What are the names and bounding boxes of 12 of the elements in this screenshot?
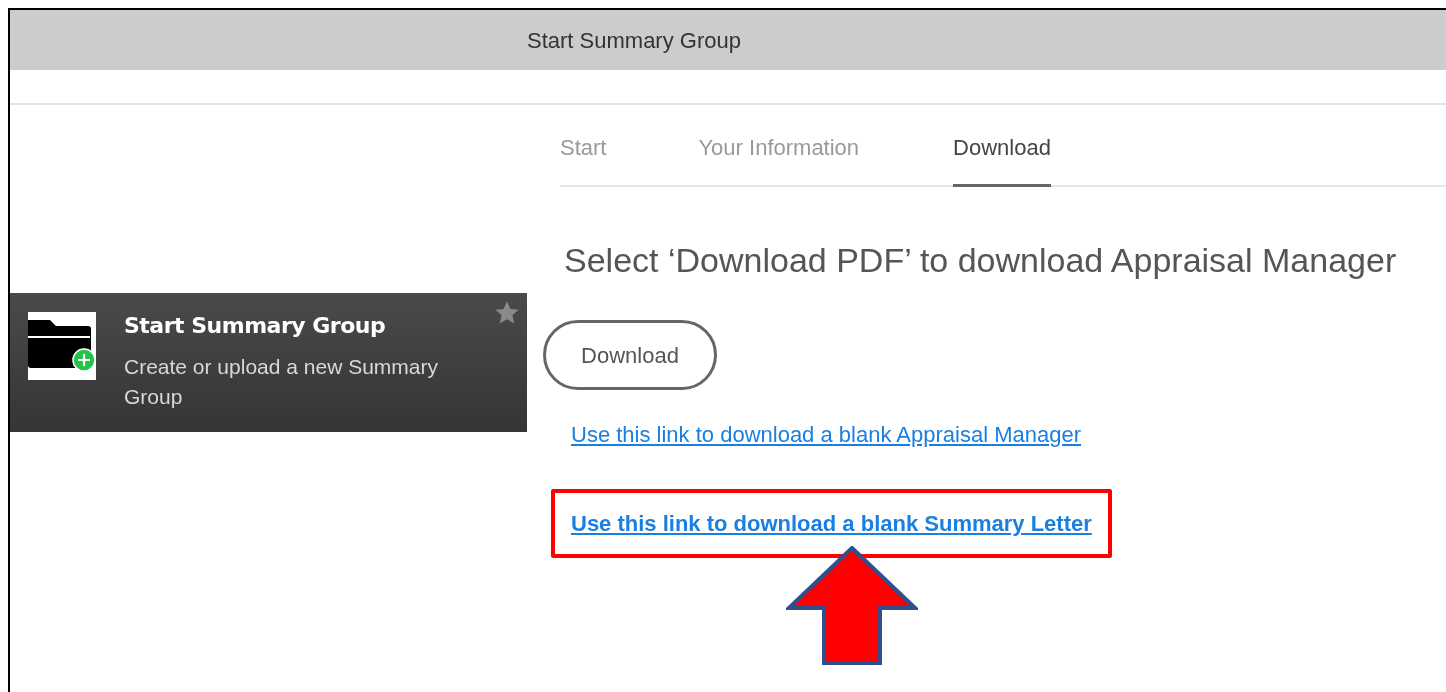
download-link[interactable]: Use this link to download a blank Summary Letter	[571, 511, 1092, 536]
tab[interactable]: Download	[953, 127, 1051, 187]
tile-description: Create or upload a new Summary Group	[124, 354, 439, 410]
page-heading: Select ‘Download PDF’ to download Appraisal Manager	[564, 240, 1398, 281]
tab[interactable]: Start	[560, 127, 607, 187]
tile-title: Start Summary Group	[124, 312, 387, 340]
download-button[interactable]: Download	[543, 320, 717, 390]
download-link[interactable]: Use this link to download a blank Appraisal Manager	[571, 418, 1081, 451]
folder-add-icon	[28, 312, 96, 380]
start-tile[interactable]: Start Summary Group Create or upload a new Summary Group	[10, 293, 527, 432]
tab[interactable]: Your Information	[698, 127, 860, 187]
window-title: Start Summary Group	[527, 26, 741, 55]
